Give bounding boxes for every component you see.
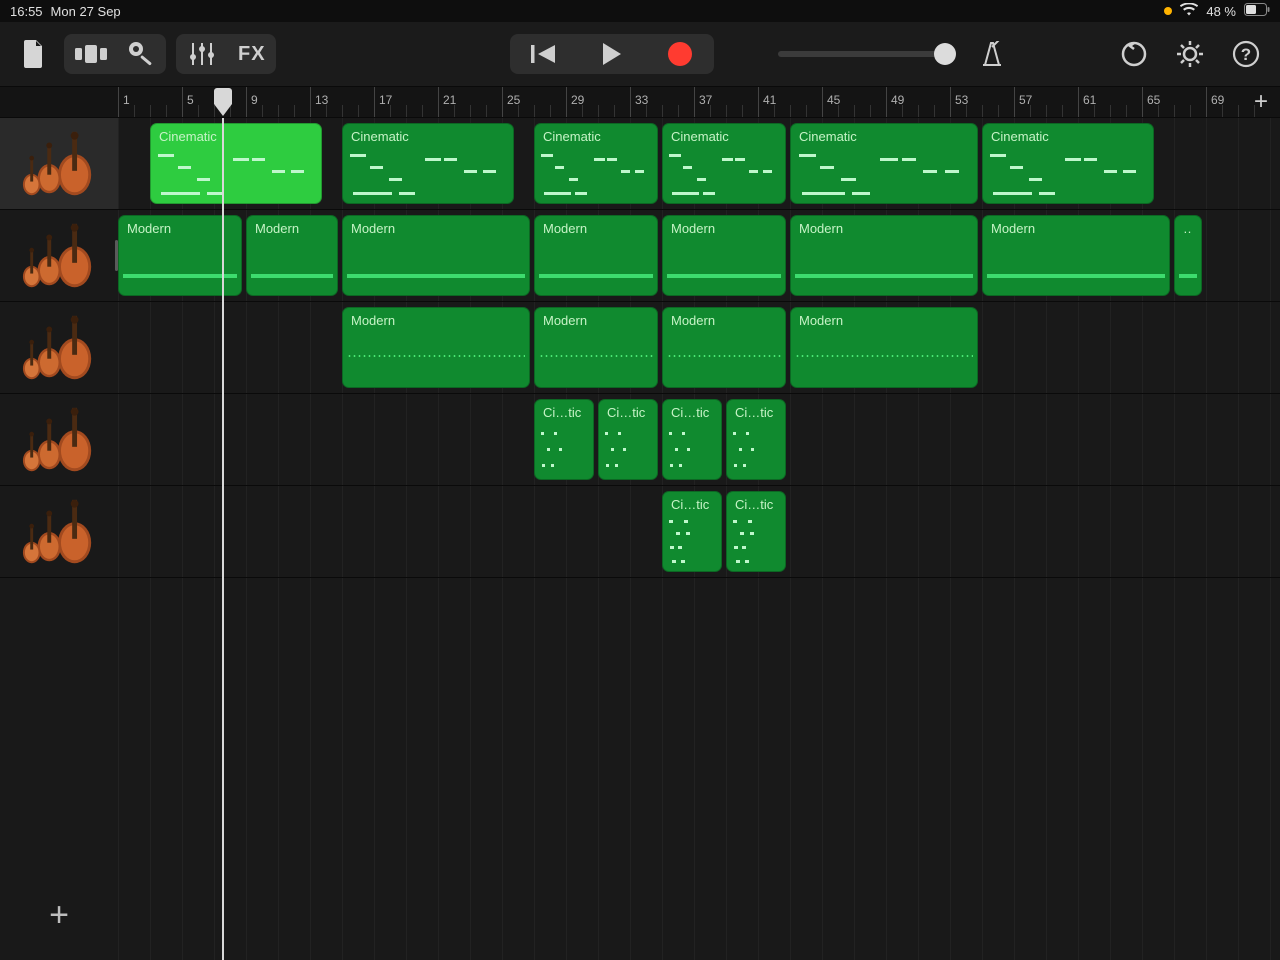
wifi-icon	[1180, 3, 1198, 19]
add-section-button[interactable]: +	[1242, 87, 1280, 117]
svg-text:?: ?	[1241, 45, 1251, 64]
my-songs-button[interactable]	[14, 34, 54, 74]
track-lane[interactable]: Ci…tic Ci…tic Ci…tic Ci…tic	[118, 394, 1280, 486]
region[interactable]: Modern	[534, 215, 658, 296]
region-label: Cinematic	[671, 129, 777, 144]
metronome-button[interactable]	[972, 34, 1012, 74]
tracks-view-button[interactable]	[64, 34, 118, 74]
region-label: Cinematic	[543, 129, 649, 144]
region-label: Modern	[351, 221, 521, 236]
record-button[interactable]	[646, 34, 714, 74]
track-header[interactable]	[0, 118, 118, 210]
battery-percent: 48 %	[1206, 4, 1236, 19]
region[interactable]: Ci…tic	[662, 491, 722, 572]
add-track-button[interactable]: +	[0, 870, 118, 960]
strings-icon	[20, 221, 98, 291]
region[interactable]: Modern	[342, 215, 530, 296]
playhead[interactable]	[222, 118, 224, 960]
region-label: Modern	[543, 221, 649, 236]
strings-icon	[20, 313, 98, 383]
track-lane[interactable]: Cinematic Cinematic Cinematic Cinematic Cine…	[118, 118, 1280, 210]
view-switch	[64, 34, 166, 74]
region[interactable]: …	[1174, 215, 1202, 296]
region[interactable]: Cinematic	[534, 123, 658, 204]
track-header[interactable]	[0, 302, 118, 394]
ruler[interactable]: 159131721252933374145495357616569	[118, 87, 1242, 117]
region[interactable]: Modern	[790, 307, 978, 388]
battery-icon	[1244, 3, 1270, 19]
region-label: Modern	[671, 221, 777, 236]
region[interactable]: Modern	[790, 215, 978, 296]
track-lane[interactable]: Modern Modern Modern Modern Modern Modern Mode…	[118, 210, 1280, 302]
region-label: Ci…tic	[607, 405, 649, 420]
play-button[interactable]	[578, 34, 646, 74]
region-label: Ci…tic	[543, 405, 585, 420]
region-label: Ci…tic	[735, 497, 777, 512]
region[interactable]: Ci…tic	[598, 399, 658, 480]
region-label: Modern	[351, 313, 521, 328]
region-label: Modern	[127, 221, 233, 236]
track-header[interactable]	[0, 210, 118, 302]
region-label: Cinematic	[799, 129, 969, 144]
master-volume-slider[interactable]	[778, 42, 948, 66]
recording-indicator-dot	[1164, 7, 1172, 15]
region[interactable]: Ci…tic	[662, 399, 722, 480]
region-label: Modern	[991, 221, 1161, 236]
ruler-row: 159131721252933374145495357616569 +	[0, 86, 1280, 118]
timeline[interactable]: Cinematic Cinematic Cinematic Cinematic Cine…	[118, 118, 1280, 960]
toolbar: FX ?	[0, 22, 1280, 86]
track-lane[interactable]: Modern Modern Modern Modern	[118, 302, 1280, 394]
track-header[interactable]	[0, 394, 118, 486]
region-label: Cinematic	[351, 129, 505, 144]
region-label: Cinematic	[159, 129, 313, 144]
timeline-area: + CinematicCinematicCinematicCinematicCi…	[0, 118, 1280, 960]
status-bar: 16:55 Mon 27 Sep 48 %	[0, 0, 1280, 22]
status-date: Mon 27 Sep	[51, 4, 121, 19]
track-lane[interactable]: Ci…tic Ci…tic	[118, 486, 1280, 578]
strings-icon	[20, 405, 98, 475]
tools-group: FX	[176, 34, 276, 74]
region-label: Modern	[255, 221, 329, 236]
transport	[510, 34, 714, 74]
region-label: Ci…tic	[735, 405, 777, 420]
region[interactable]: Modern	[662, 307, 786, 388]
track-headers: +	[0, 118, 118, 960]
instrument-view-button[interactable]	[118, 34, 166, 74]
help-button[interactable]: ?	[1226, 34, 1266, 74]
region[interactable]: Cinematic	[662, 123, 786, 204]
region-label: Modern	[543, 313, 649, 328]
mixer-button[interactable]	[176, 34, 228, 74]
rewind-button[interactable]	[510, 34, 578, 74]
region-label: Ci…tic	[671, 497, 713, 512]
status-time: 16:55	[10, 4, 43, 19]
region[interactable]: Ci…tic	[726, 491, 786, 572]
region[interactable]: Modern	[662, 215, 786, 296]
region-label: …	[1183, 221, 1193, 236]
region[interactable]: Cinematic	[982, 123, 1154, 204]
track-header[interactable]	[0, 486, 118, 578]
region[interactable]: Cinematic	[342, 123, 514, 204]
region[interactable]: Cinematic	[150, 123, 322, 204]
region[interactable]: Cinematic	[790, 123, 978, 204]
settings-button[interactable]	[1170, 34, 1210, 74]
region-label: Ci…tic	[671, 405, 713, 420]
region[interactable]: Modern	[342, 307, 530, 388]
region[interactable]: Ci…tic	[534, 399, 594, 480]
region-label: Cinematic	[991, 129, 1145, 144]
region-label: Modern	[799, 221, 969, 236]
strings-icon	[20, 129, 98, 199]
region[interactable]: Ci…tic	[726, 399, 786, 480]
strings-icon	[20, 497, 98, 567]
region[interactable]: Modern	[534, 307, 658, 388]
region[interactable]: Modern	[982, 215, 1170, 296]
fx-button[interactable]: FX	[228, 34, 276, 74]
region-label: Modern	[799, 313, 969, 328]
region-label: Modern	[671, 313, 777, 328]
region[interactable]: Modern	[246, 215, 338, 296]
loop-browser-button[interactable]	[1114, 34, 1154, 74]
